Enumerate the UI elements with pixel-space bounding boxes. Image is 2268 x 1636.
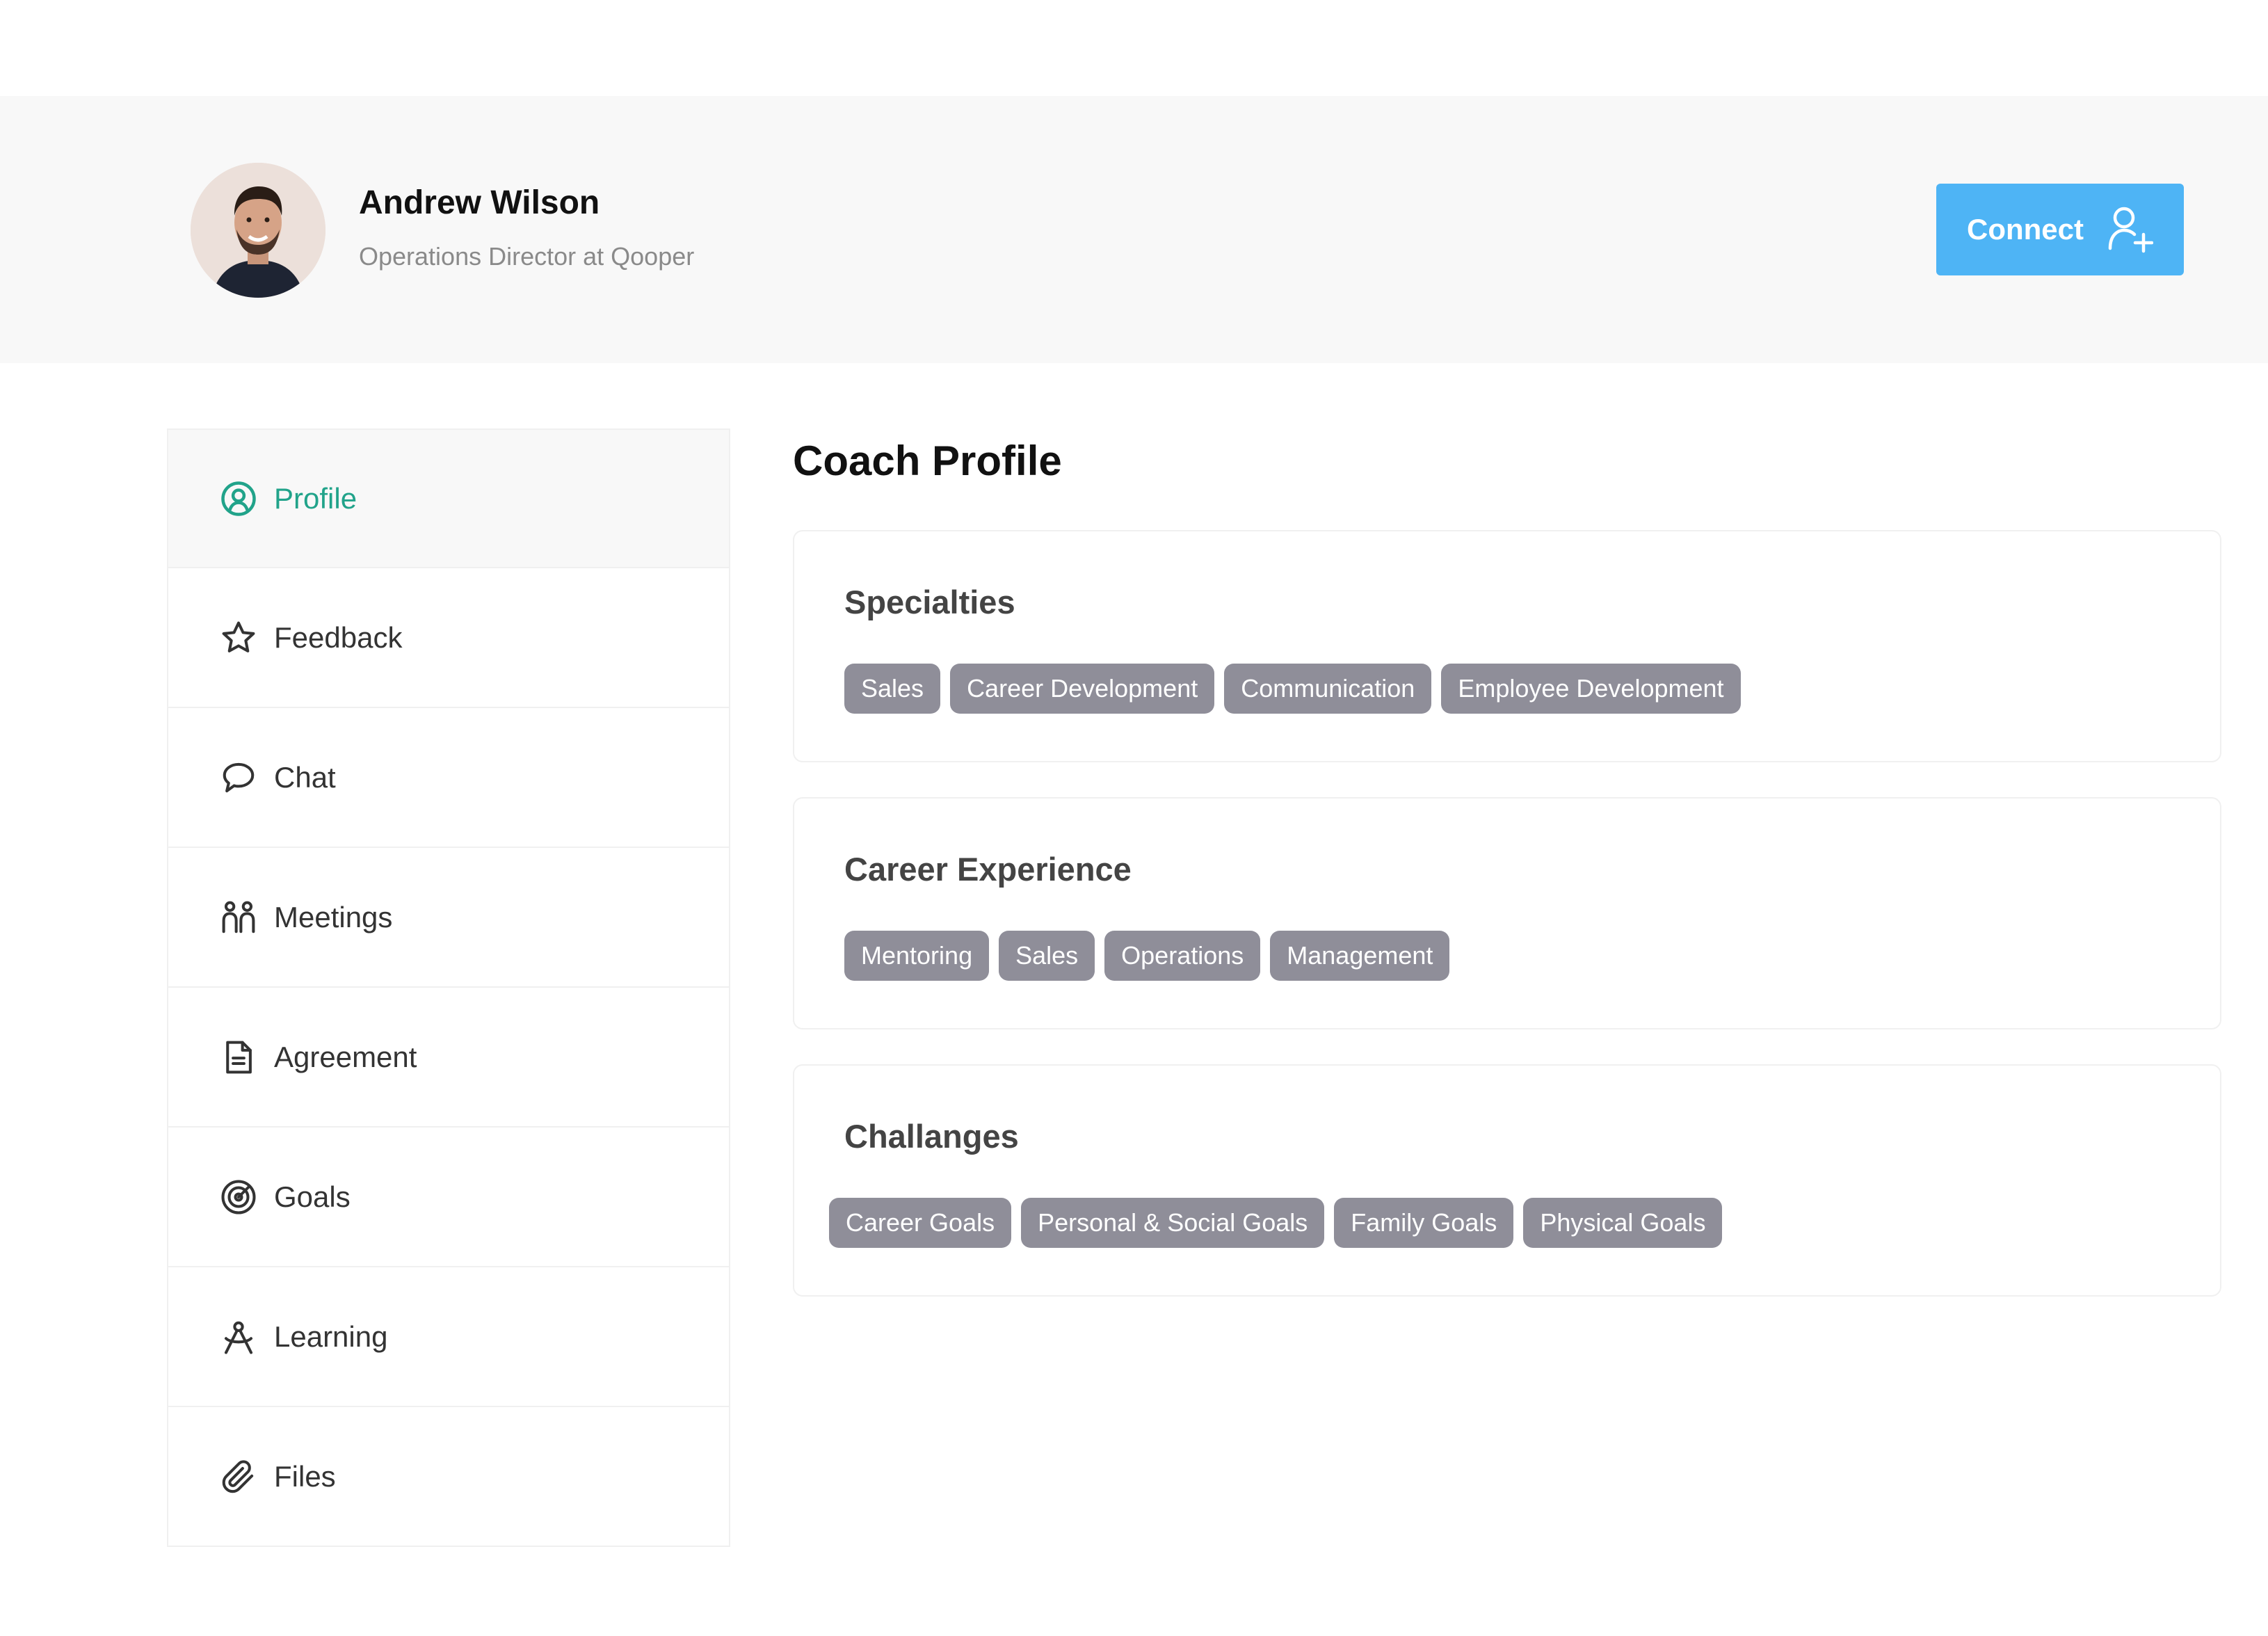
- sidebar-item-label: Profile: [274, 481, 357, 515]
- sidebar-item-label: Goals: [274, 1180, 351, 1213]
- career-experience-card: Career Experience Mentoring Sales Operat…: [793, 797, 2221, 1029]
- tag[interactable]: Sales: [844, 664, 941, 714]
- sidebar-item-label: Learning: [274, 1320, 388, 1353]
- sidebar-item-label: Chat: [274, 760, 336, 794]
- tag[interactable]: Management: [1270, 931, 1450, 981]
- tag[interactable]: Sales: [999, 931, 1095, 981]
- compass-icon: [224, 1321, 253, 1354]
- sidebar-item-profile[interactable]: Profile: [167, 428, 730, 568]
- avatar[interactable]: [191, 163, 325, 298]
- specialties-card: Specialties Sales Career Development Com…: [793, 530, 2221, 762]
- user-name: Andrew Wilson: [359, 184, 600, 221]
- tag[interactable]: Mentoring: [844, 931, 990, 981]
- sidebar-item-files[interactable]: Files: [167, 1407, 730, 1547]
- tag[interactable]: Family Goals: [1334, 1198, 1514, 1248]
- sidebar-item-label: Agreement: [274, 1040, 417, 1073]
- sidebar-item-label: Files: [274, 1459, 336, 1493]
- sidebar-nav: Profile Feedback Chat Meetings Agreement: [167, 428, 730, 1547]
- user-role: Operations Director at Qooper: [359, 242, 695, 271]
- tag[interactable]: Career Development: [950, 664, 1215, 714]
- tag[interactable]: Operations: [1104, 931, 1261, 981]
- people-icon: [222, 901, 255, 933]
- sidebar-item-label: Meetings: [274, 900, 393, 933]
- sidebar-item-feedback[interactable]: Feedback: [167, 568, 730, 708]
- paperclip-icon: [222, 1459, 254, 1493]
- star-icon: [222, 621, 255, 652]
- tag[interactable]: Physical Goals: [1523, 1198, 1723, 1248]
- connect-label: Connect: [1967, 213, 2084, 246]
- tag[interactable]: Career Goals: [829, 1198, 1012, 1248]
- challenges-card: Challanges Career Goals Personal & Socia…: [793, 1064, 2221, 1297]
- user-circle-icon: [221, 481, 256, 516]
- user-plus-icon: [2108, 207, 2153, 253]
- target-icon: [221, 1179, 256, 1214]
- connect-button[interactable]: Connect: [1936, 184, 2184, 275]
- tag-list: Sales Career Development Communication E…: [844, 664, 1741, 714]
- sidebar-item-meetings[interactable]: Meetings: [167, 848, 730, 988]
- section-title: Specialties: [844, 584, 1015, 620]
- sidebar-item-learning[interactable]: Learning: [167, 1267, 730, 1407]
- section-title: Challanges: [844, 1118, 1019, 1155]
- sidebar-item-chat[interactable]: Chat: [167, 708, 730, 848]
- document-icon: [226, 1041, 252, 1073]
- tag[interactable]: Employee Development: [1441, 664, 1741, 714]
- section-title: Career Experience: [844, 851, 1132, 888]
- tag[interactable]: Communication: [1224, 664, 1432, 714]
- profile-header: Andrew Wilson Operations Director at Qoo…: [0, 96, 2268, 363]
- tag-list: Career Goals Personal & Social Goals Fam…: [829, 1198, 1723, 1248]
- sidebar-item-agreement[interactable]: Agreement: [167, 988, 730, 1128]
- tag-list: Mentoring Sales Operations Management: [844, 931, 1450, 981]
- tag[interactable]: Personal & Social Goals: [1021, 1198, 1325, 1248]
- page-title: Coach Profile: [793, 438, 1062, 484]
- chat-bubble-icon: [223, 762, 255, 792]
- sidebar-item-goals[interactable]: Goals: [167, 1128, 730, 1267]
- sidebar-item-label: Feedback: [274, 620, 403, 654]
